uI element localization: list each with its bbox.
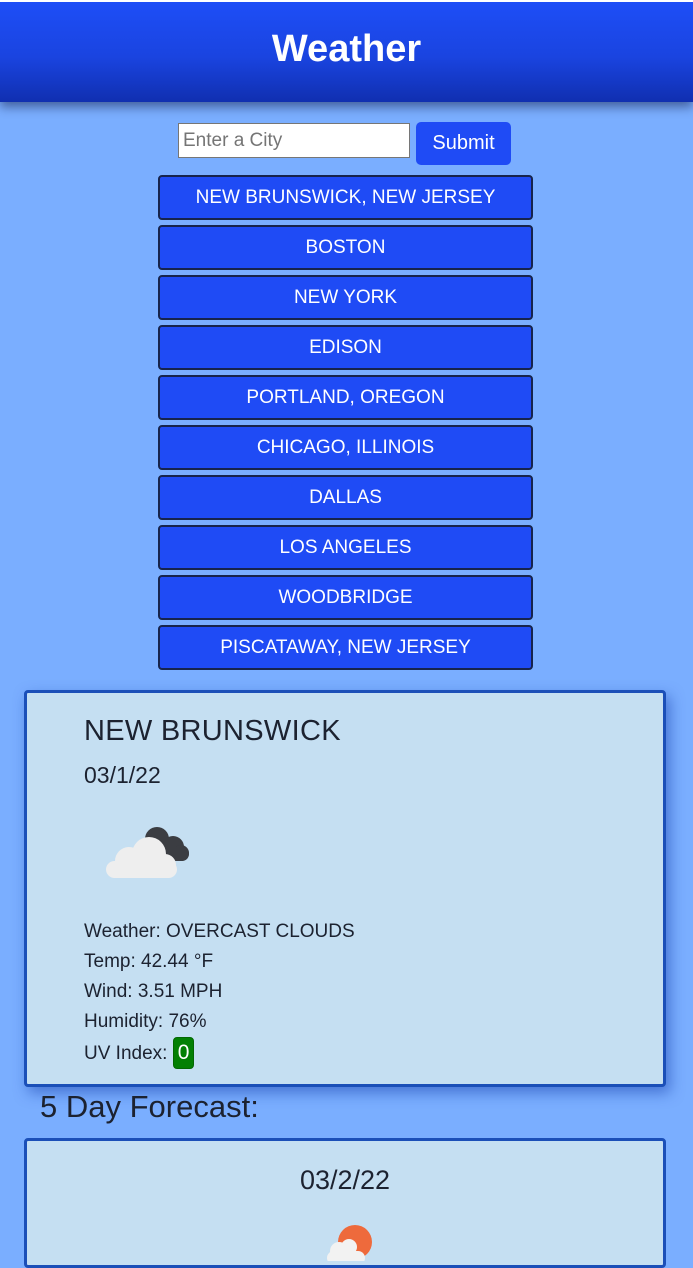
uv-index-label: UV Index: [84, 1043, 168, 1064]
history-city-button[interactable]: WOODBRIDGE [158, 575, 533, 620]
uv-index-badge: 0 [172, 1037, 195, 1069]
forecast-day-card: 03/2/22 [24, 1138, 666, 1268]
app-header: Weather [0, 0, 693, 102]
forecast-title: 5 Day Forecast: [40, 1089, 259, 1124]
search-form: Submit [0, 122, 693, 166]
wind-speed: Wind: 3.51 MPH [84, 981, 223, 1002]
history-city-button[interactable]: PISCATAWAY, NEW JERSEY [158, 625, 533, 670]
humidity: Humidity: 76% [84, 1011, 207, 1032]
temperature: Temp: 42.44 °F [84, 951, 214, 972]
sun-behind-cloud-icon [327, 1225, 372, 1261]
uv-index-row: UV Index: 0 [84, 1037, 355, 1069]
current-date: 03/1/22 [84, 762, 161, 788]
weather-details: Weather: OVERCAST CLOUDS Temp: 42.44 °F … [84, 917, 355, 1069]
history-city-button[interactable]: NEW YORK [158, 275, 533, 320]
history-city-button[interactable]: NEW BRUNSWICK, NEW JERSEY [158, 175, 533, 220]
history-city-button[interactable]: EDISON [158, 325, 533, 370]
weather-description: Weather: OVERCAST CLOUDS [84, 921, 355, 942]
current-weather-card: NEW BRUNSWICK 03/1/22 Weather: OVERCAST … [24, 690, 666, 1087]
current-city-name: NEW BRUNSWICK [84, 715, 341, 747]
search-history-list: NEW BRUNSWICK, NEW JERSEY BOSTON NEW YORK E… [158, 175, 533, 675]
history-city-button[interactable]: PORTLAND, OREGON [158, 375, 533, 420]
history-city-button[interactable]: LOS ANGELES [158, 525, 533, 570]
forecast-day-date: 03/2/22 [299, 1165, 391, 1195]
history-city-button[interactable]: CHICAGO, ILLINOIS [158, 425, 533, 470]
overcast-clouds-icon [106, 827, 189, 878]
app-title: Weather [271, 27, 422, 70]
submit-button[interactable]: Submit [416, 122, 511, 165]
history-city-button[interactable]: DALLAS [158, 475, 533, 520]
history-city-button[interactable]: BOSTON [158, 225, 533, 270]
city-search-input[interactable] [178, 123, 410, 158]
